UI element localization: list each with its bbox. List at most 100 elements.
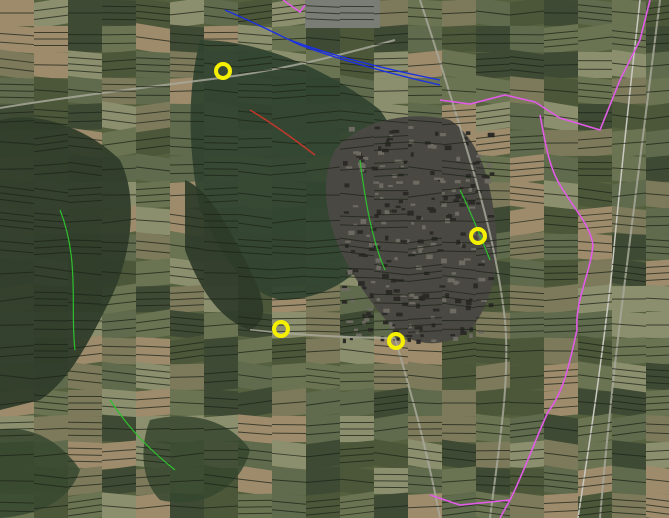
building bbox=[453, 280, 459, 285]
building bbox=[366, 234, 371, 237]
building bbox=[412, 251, 416, 254]
building bbox=[456, 156, 461, 162]
aerial-map bbox=[0, 0, 669, 518]
building bbox=[469, 333, 473, 338]
building bbox=[454, 180, 461, 184]
building bbox=[395, 205, 401, 208]
building bbox=[385, 285, 390, 288]
building bbox=[400, 240, 408, 243]
building bbox=[393, 289, 400, 293]
building bbox=[388, 322, 393, 326]
building bbox=[407, 210, 414, 216]
field-parcel bbox=[136, 101, 170, 133]
field-parcel bbox=[238, 493, 272, 518]
building bbox=[358, 281, 365, 286]
field-parcel bbox=[68, 25, 102, 53]
building bbox=[421, 225, 426, 230]
building bbox=[439, 285, 446, 288]
building bbox=[381, 221, 387, 225]
building bbox=[376, 298, 381, 302]
building bbox=[416, 339, 421, 344]
building bbox=[413, 180, 420, 185]
field-parcel bbox=[102, 50, 136, 80]
field-parcel bbox=[0, 24, 34, 54]
field-parcel bbox=[102, 310, 136, 340]
parcel-line bbox=[101, 96, 137, 99]
building bbox=[347, 288, 352, 291]
field-parcel bbox=[0, 49, 34, 81]
building bbox=[398, 199, 404, 204]
field-parcel bbox=[136, 309, 170, 341]
map-viewport[interactable] bbox=[0, 0, 669, 518]
building bbox=[379, 165, 386, 168]
building bbox=[350, 297, 355, 303]
building bbox=[396, 181, 403, 184]
parcel-line bbox=[373, 220, 409, 222]
building bbox=[364, 318, 370, 322]
building bbox=[431, 197, 435, 201]
field-parcel bbox=[238, 414, 272, 444]
building bbox=[383, 308, 390, 313]
building bbox=[419, 295, 426, 301]
parcel-line bbox=[33, 304, 69, 307]
building bbox=[481, 260, 485, 263]
building bbox=[441, 192, 445, 195]
building bbox=[382, 273, 389, 279]
field-parcel bbox=[306, 491, 340, 518]
building bbox=[460, 331, 467, 335]
field-parcel bbox=[476, 441, 510, 469]
building bbox=[345, 166, 353, 169]
building bbox=[429, 208, 436, 213]
building bbox=[469, 206, 476, 209]
building bbox=[370, 228, 377, 232]
building bbox=[465, 131, 471, 135]
field-parcel bbox=[544, 493, 578, 518]
building bbox=[484, 178, 492, 184]
building bbox=[440, 133, 446, 137]
building bbox=[442, 298, 447, 302]
building bbox=[410, 152, 414, 157]
building bbox=[402, 191, 409, 196]
building bbox=[357, 230, 363, 234]
building bbox=[343, 211, 349, 214]
parcel-line bbox=[101, 90, 137, 92]
building bbox=[430, 171, 435, 176]
field-parcel bbox=[272, 492, 306, 518]
building bbox=[408, 126, 414, 129]
building bbox=[375, 258, 381, 263]
parcel-line bbox=[169, 376, 205, 378]
building bbox=[463, 258, 471, 261]
parcel-line bbox=[475, 189, 511, 192]
building bbox=[446, 215, 453, 218]
building bbox=[388, 184, 393, 187]
parcel-line bbox=[237, 506, 273, 508]
building bbox=[410, 203, 416, 206]
parcel-line bbox=[101, 33, 137, 36]
building bbox=[449, 218, 457, 221]
building bbox=[401, 208, 406, 211]
building bbox=[449, 308, 457, 314]
building bbox=[411, 222, 415, 225]
field-parcel bbox=[646, 337, 669, 366]
field-parcel bbox=[136, 77, 170, 105]
building bbox=[461, 204, 467, 207]
building bbox=[347, 269, 353, 275]
field-parcel bbox=[544, 206, 578, 236]
building bbox=[385, 290, 393, 295]
field-parcel bbox=[68, 361, 102, 393]
field-parcel bbox=[442, 439, 476, 471]
field-parcel bbox=[102, 361, 136, 393]
parcel-line bbox=[373, 226, 409, 229]
building bbox=[426, 254, 433, 260]
field-parcel bbox=[102, 440, 136, 470]
building bbox=[455, 211, 460, 216]
building bbox=[431, 339, 437, 342]
field-parcel bbox=[578, 232, 612, 262]
field-parcel bbox=[204, 362, 238, 392]
building bbox=[441, 258, 447, 264]
field-parcel bbox=[646, 415, 669, 443]
building bbox=[344, 183, 350, 188]
field-parcel bbox=[544, 388, 578, 418]
building bbox=[432, 308, 440, 312]
field-parcel bbox=[646, 441, 669, 470]
